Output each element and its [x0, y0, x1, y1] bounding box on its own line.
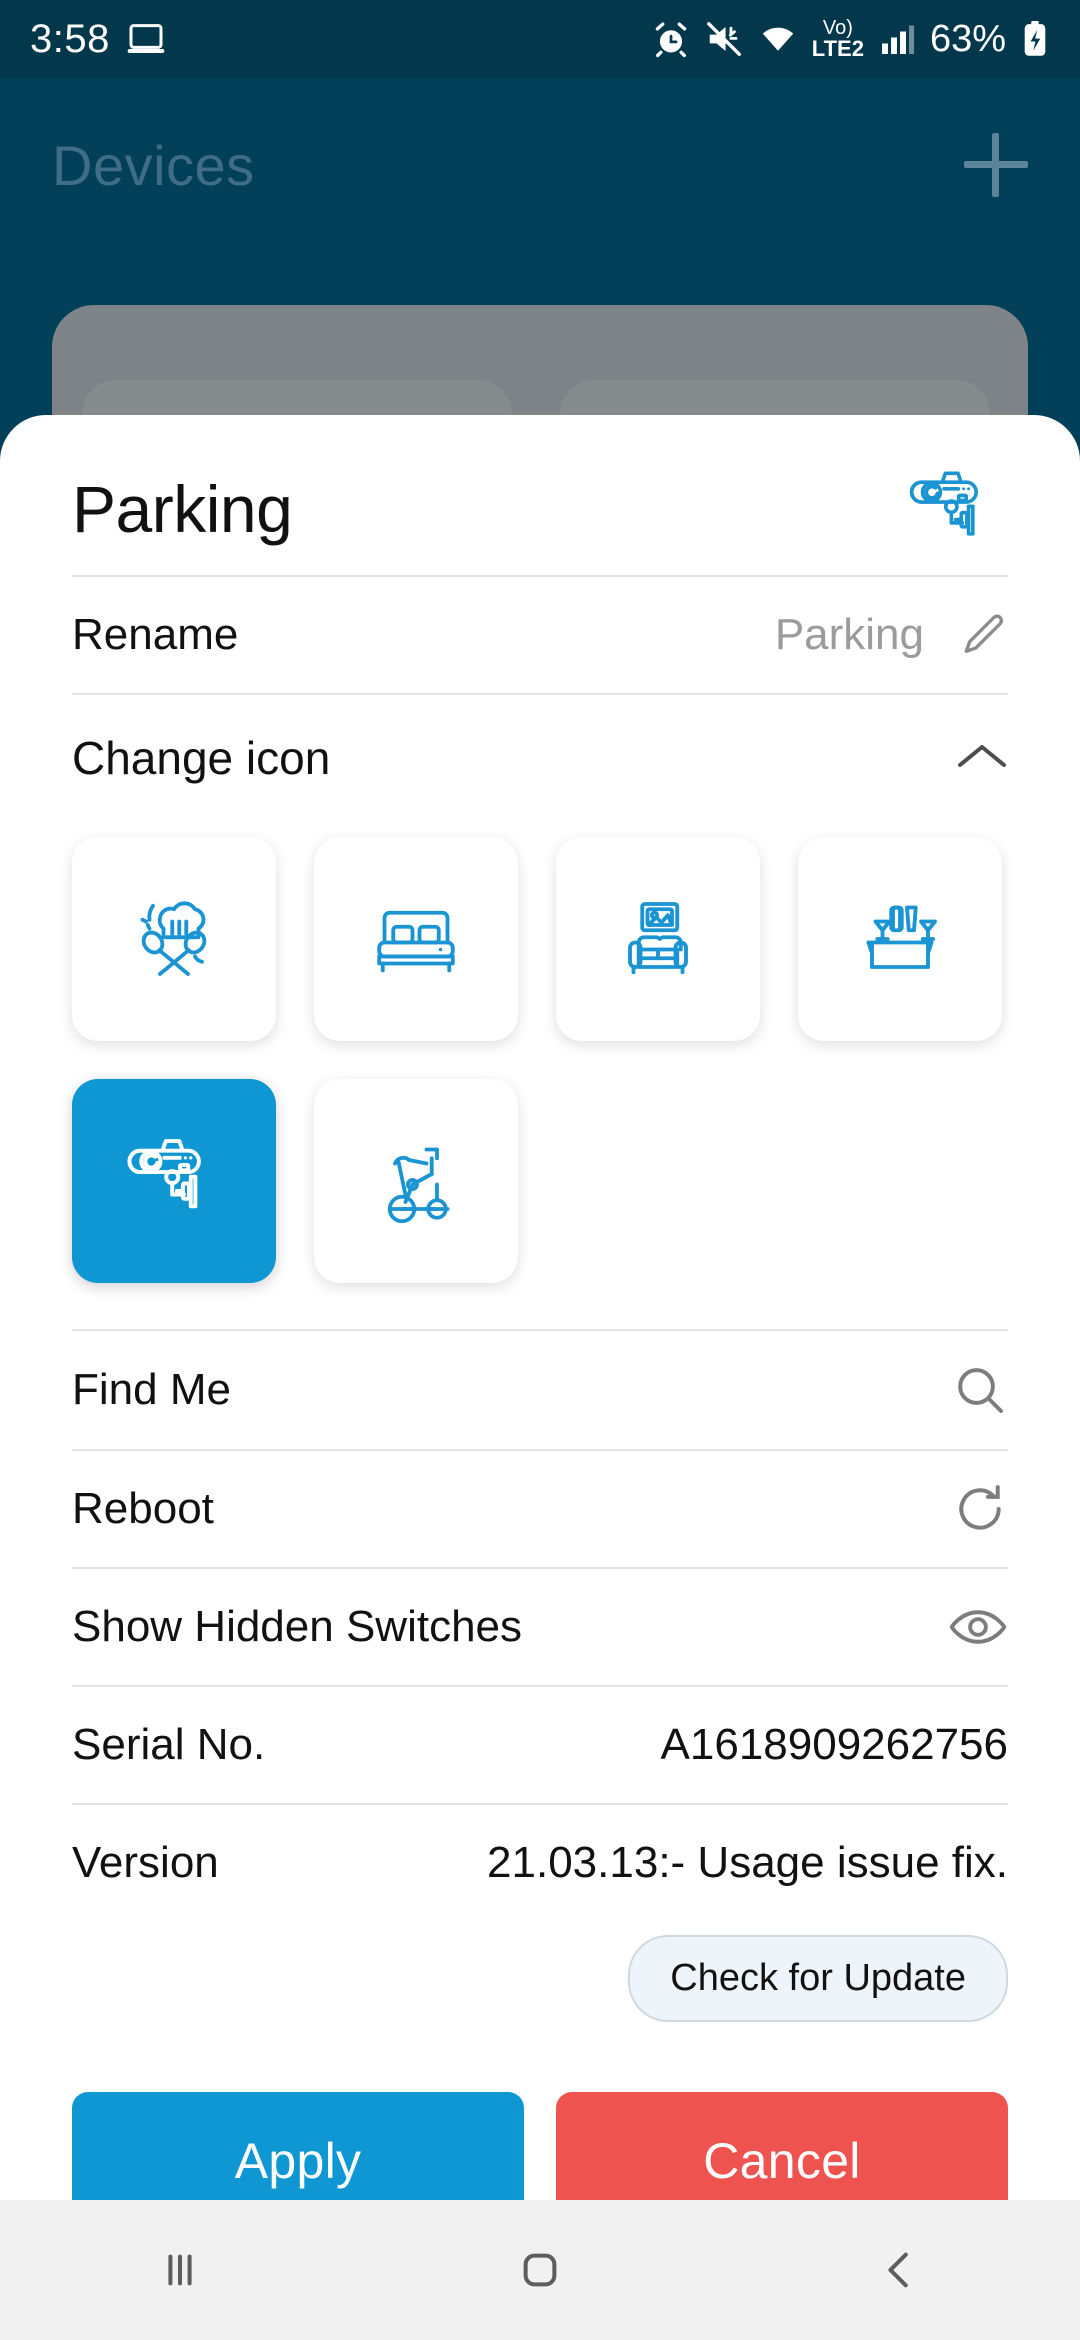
chevron-up-icon[interactable] — [956, 739, 1008, 778]
reboot-label: Reboot — [72, 1484, 214, 1533]
background-app-header: Devices — [0, 100, 1080, 230]
status-bar-right: Vo) LTE2 63% — [652, 18, 1050, 61]
check-update-wrap: Check for Update — [72, 1921, 1008, 2022]
icon-option-kitchen[interactable] — [72, 837, 276, 1041]
battery-percent-label: 63% — [929, 17, 1006, 60]
version-row: Version 21.03.13:- Usage issue fix. — [72, 1803, 1008, 1921]
alarm-icon — [655, 22, 687, 58]
show-hidden-switches-label: Show Hidden Switches — [72, 1602, 523, 1651]
icon-option-bar-table[interactable] — [798, 837, 1002, 1041]
serial-number-value: A1618909262756 — [660, 1720, 1008, 1769]
sheet-header: Parking — [72, 415, 1008, 575]
rename-label: Rename — [72, 610, 239, 659]
status-bar-left: 3:58 — [30, 17, 166, 62]
system-navigation-bar — [0, 2200, 1080, 2340]
icon-option-bedroom[interactable] — [314, 837, 518, 1041]
wifi-icon — [762, 27, 793, 53]
laptop-icon — [127, 24, 165, 53]
status-time: 3:58 — [30, 16, 110, 61]
home-icon[interactable] — [465, 2200, 615, 2340]
rename-input[interactable]: Parking — [775, 610, 924, 660]
network-type-label: Vo) LTE2 — [811, 17, 864, 61]
icon-option-cctv-camera[interactable] — [72, 1079, 276, 1283]
recents-icon[interactable] — [105, 2200, 255, 2340]
icon-option-exercise-bike[interactable] — [314, 1079, 518, 1283]
status-bar: 3:58 Vo) LTE2 63% — [0, 0, 1080, 78]
serial-number-row: Serial No. A1618909262756 — [72, 1685, 1008, 1803]
pencil-icon[interactable] — [958, 610, 1008, 660]
background-app-title: Devices — [52, 133, 255, 197]
version-value: 21.03.13:- Usage issue fix. — [487, 1838, 1008, 1887]
mute-icon — [706, 22, 741, 56]
sheet-title: Parking — [72, 472, 293, 546]
icon-option-grid — [72, 821, 1008, 1293]
eye-icon[interactable] — [948, 1602, 1008, 1652]
version-label: Version — [72, 1838, 219, 1887]
change-icon-label: Change icon — [72, 732, 331, 784]
device-settings-sheet: Parking Rename Parking Change icon Find … — [0, 415, 1080, 2230]
signal-icon — [881, 25, 915, 54]
find-me-label: Find Me — [72, 1365, 231, 1414]
check-for-update-button[interactable]: Check for Update — [628, 1935, 1008, 2022]
serial-number-label: Serial No. — [72, 1720, 266, 1769]
refresh-icon[interactable] — [952, 1481, 1008, 1537]
icon-option-living-room[interactable] — [556, 837, 760, 1041]
reboot-row[interactable]: Reboot — [72, 1449, 1008, 1567]
show-hidden-switches-row[interactable]: Show Hidden Switches — [72, 1567, 1008, 1685]
add-device-button[interactable] — [964, 133, 1028, 197]
cctv-camera-icon — [898, 464, 1008, 555]
search-icon[interactable] — [952, 1362, 1008, 1418]
rename-row[interactable]: Rename Parking — [72, 575, 1008, 693]
battery-icon — [1024, 20, 1046, 56]
back-icon[interactable] — [825, 2200, 975, 2340]
sheet-actions: Apply Cancel — [72, 2022, 1008, 2230]
change-icon-row[interactable]: Change icon — [72, 693, 1008, 821]
find-me-row[interactable]: Find Me — [72, 1331, 1008, 1449]
